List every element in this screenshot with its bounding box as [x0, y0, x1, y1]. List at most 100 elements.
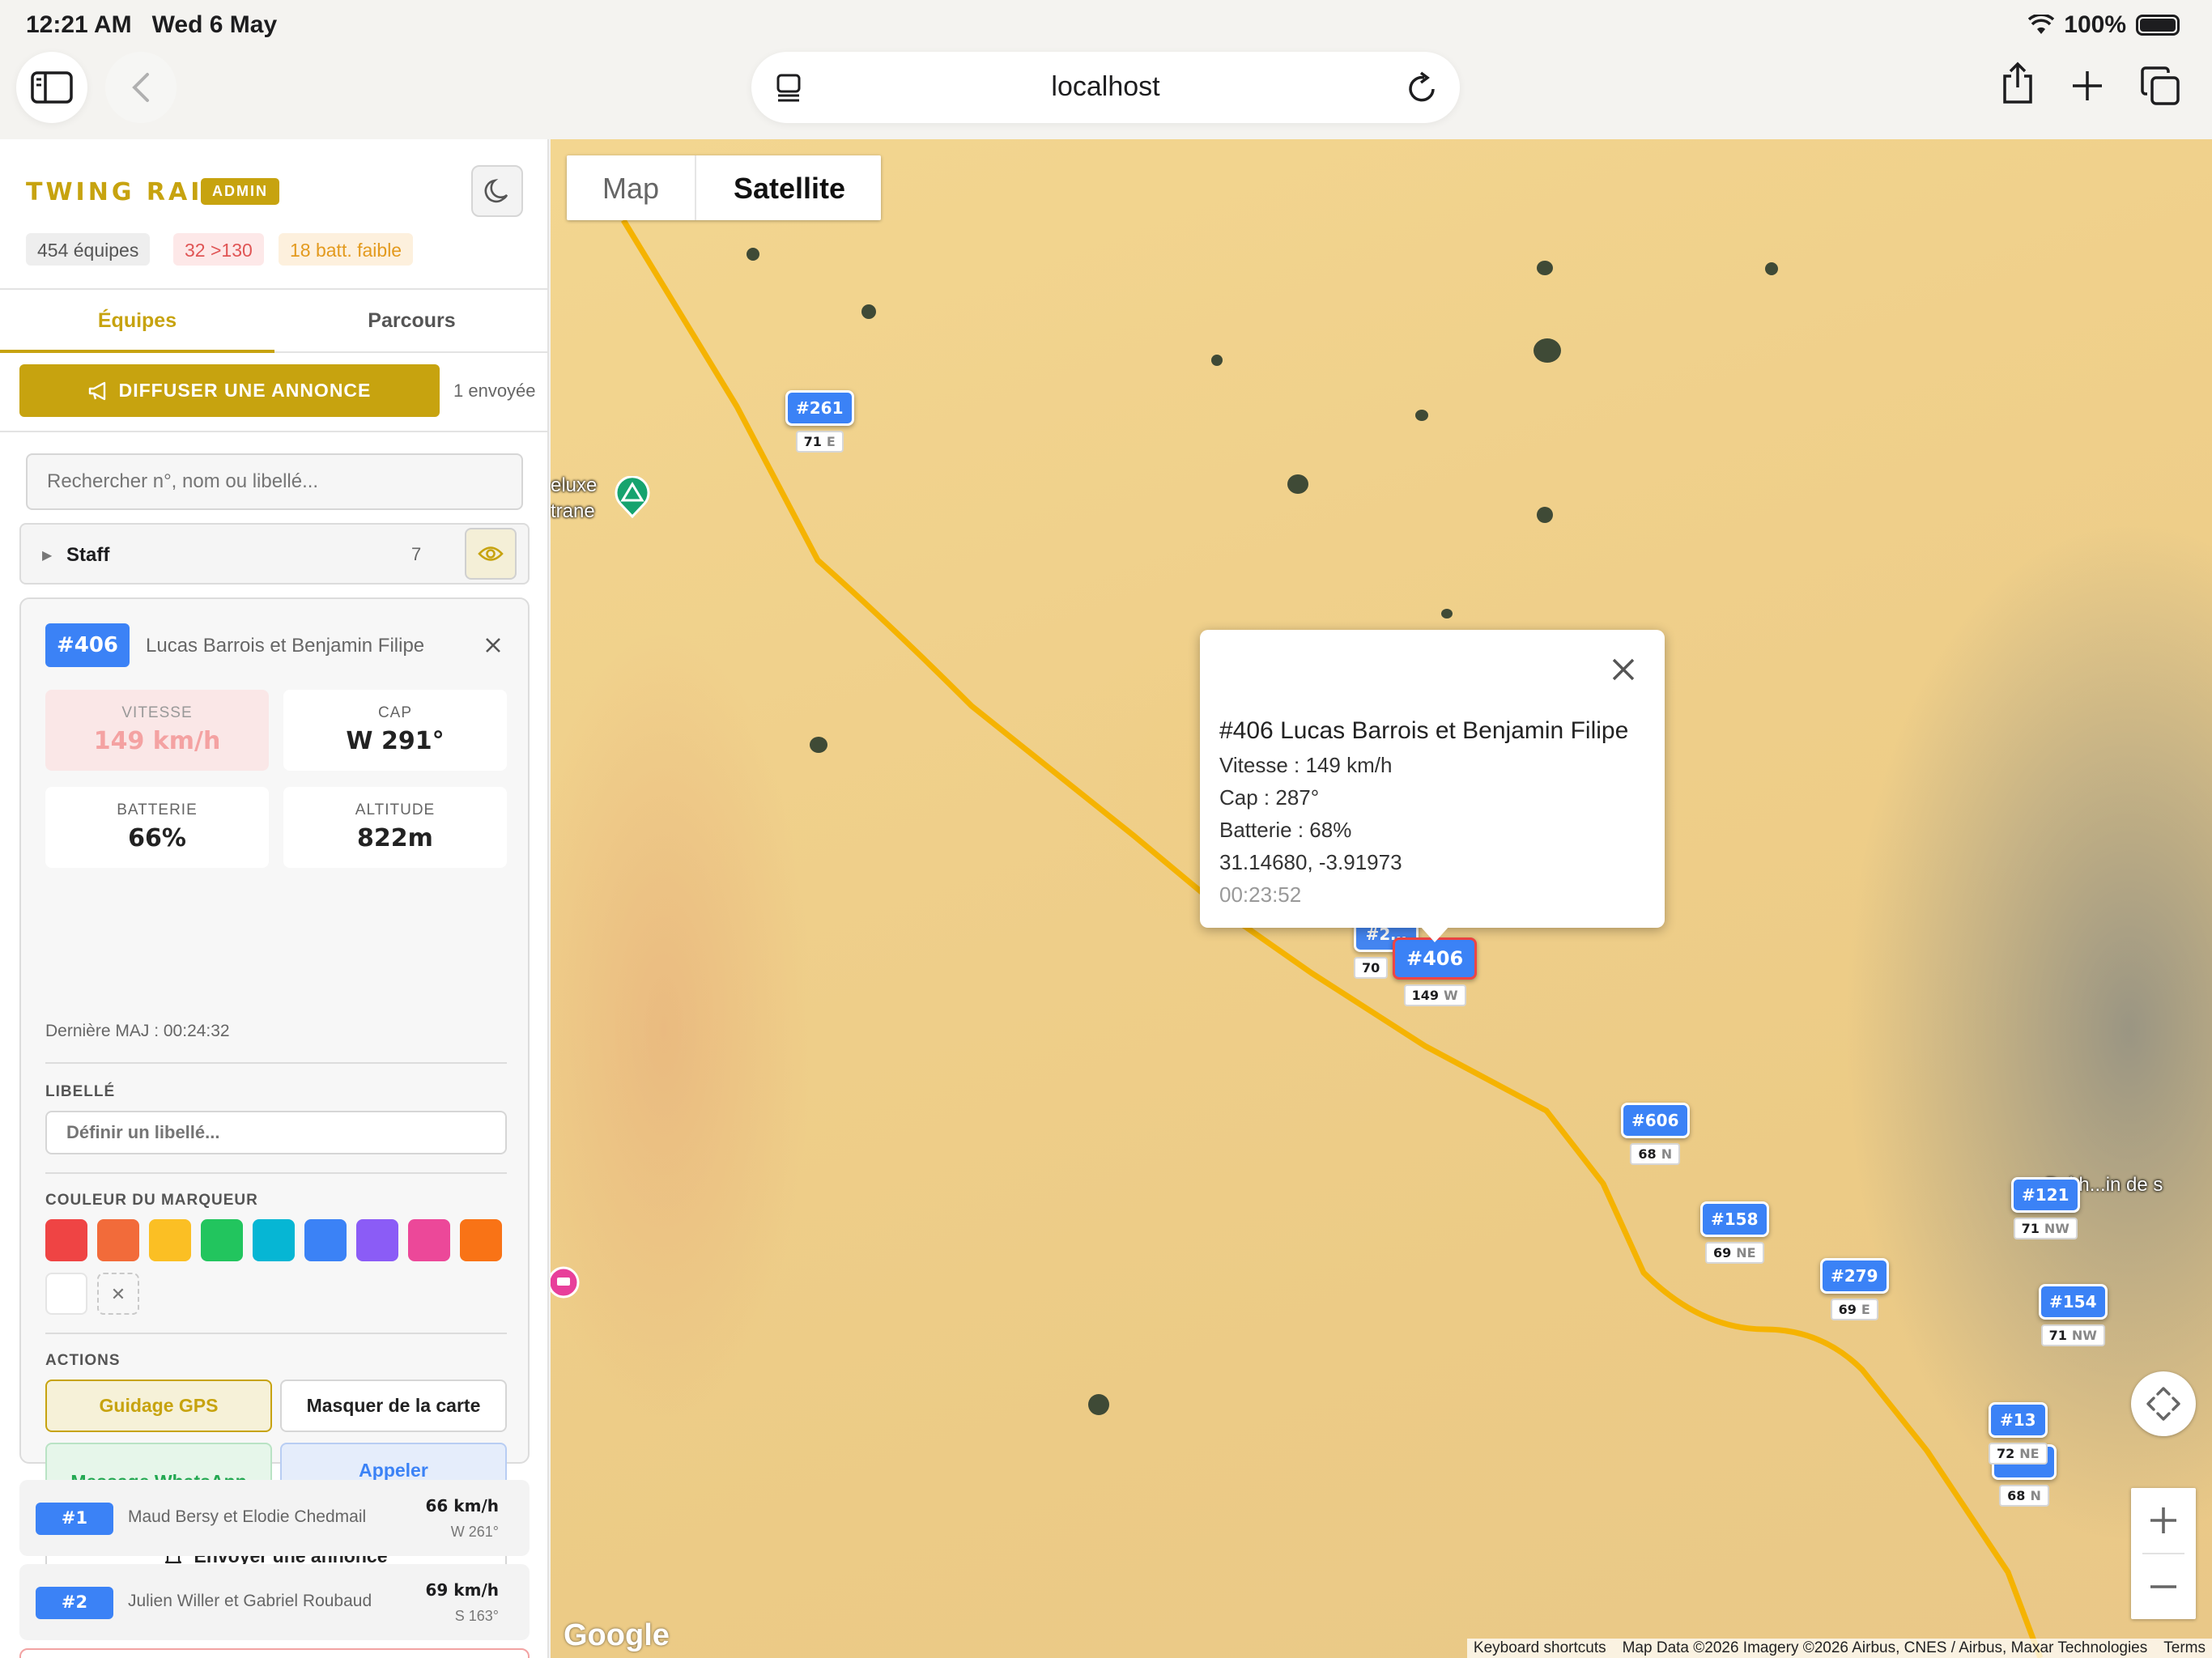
- dark-mode-toggle[interactable]: [471, 165, 523, 217]
- marker-speed-value: 68: [1638, 1146, 1657, 1162]
- marker-number: #279: [1820, 1258, 1889, 1294]
- team-marker[interactable]: #261 71 E: [785, 390, 854, 453]
- marker-direction: N: [2030, 1488, 2041, 1503]
- recenter-button[interactable]: [2131, 1371, 2196, 1436]
- url-text: localhost: [1051, 71, 1160, 102]
- new-tab-icon[interactable]: [2071, 70, 2104, 102]
- team-marker[interactable]: #158 69 NE: [1700, 1201, 1769, 1264]
- campsite-icon[interactable]: [614, 476, 651, 518]
- team-marker[interactable]: #279 69 E: [1820, 1258, 1889, 1320]
- list-item[interactable]: #2 Julien Willer et Gabriel Roubaud 69 k…: [19, 1564, 530, 1640]
- vegetation: [1415, 410, 1428, 421]
- back-button[interactable]: [105, 52, 177, 123]
- team-heading: S 163°: [454, 1608, 499, 1624]
- map-view[interactable]: Map Satellite eluxe trane Bakh...in de s…: [551, 139, 2212, 1658]
- staff-count: 7: [411, 544, 422, 564]
- staff-label: Staff: [66, 544, 110, 566]
- color-swatch[interactable]: [149, 1219, 191, 1261]
- minus-icon: [2150, 1585, 2176, 1588]
- sidebar-icon: [31, 71, 73, 104]
- heading-value: W 291°: [346, 727, 445, 755]
- team-marker[interactable]: #154 71 NW: [2039, 1284, 2108, 1346]
- reset-color-button[interactable]: ✕: [97, 1273, 139, 1315]
- marker-number: #13: [1989, 1402, 2048, 1438]
- map-type-toggle: Map Satellite: [567, 155, 881, 220]
- color-swatch[interactable]: [253, 1219, 295, 1261]
- vegetation: [1088, 1394, 1109, 1415]
- marker-number: #121: [2011, 1177, 2080, 1213]
- team-number-badge: #406: [45, 623, 130, 667]
- list-item[interactable]: #1 Maud Bersy et Elodie Chedmail 66 km/h…: [19, 1480, 530, 1556]
- actions-section-title: ACTIONS: [45, 1352, 121, 1369]
- tab-equipes[interactable]: Équipes: [0, 290, 274, 353]
- marker-speed: 72 NE: [1989, 1443, 2048, 1465]
- eye-icon: [478, 546, 504, 561]
- team-marker[interactable]: #13 72 NE: [1989, 1402, 2048, 1465]
- team-number-badge: #1: [36, 1503, 113, 1535]
- poi-pink-icon[interactable]: [551, 1266, 580, 1302]
- color-swatch[interactable]: [201, 1219, 243, 1261]
- label-section-title: LIBELLÉ: [45, 1083, 116, 1100]
- app-root: 12:21 AM Wed 6 May 100% localhost TWING …: [0, 0, 2212, 1658]
- broadcast-button[interactable]: DIFFUSER UNE ANNONCE: [19, 364, 440, 417]
- team-marker[interactable]: #606 68 N: [1621, 1103, 1690, 1165]
- team-marker-selected[interactable]: #406 149 W: [1393, 937, 1478, 1006]
- color-swatch[interactable]: [356, 1219, 398, 1261]
- popup-battery: Batterie : 68%: [1219, 818, 1352, 842]
- marker-direction: NE: [2019, 1446, 2040, 1461]
- altitude-value: 822m: [357, 824, 433, 852]
- marker-speed-value: 72: [1997, 1446, 2015, 1461]
- battery-label: BATTERIE: [117, 801, 198, 818]
- vegetation: [1441, 609, 1453, 619]
- status-bar: 12:21 AM Wed 6 May 100%: [0, 0, 2212, 52]
- sidebar-toggle-button[interactable]: [16, 52, 87, 123]
- team-marker[interactable]: #121 71 NW: [2011, 1177, 2080, 1239]
- marker-speed: 71 NW: [2040, 1324, 2105, 1346]
- color-swatch[interactable]: [460, 1219, 502, 1261]
- color-section-title: COULEUR DU MARQUEUR: [45, 1192, 258, 1209]
- gps-guidance-button[interactable]: Guidage GPS: [45, 1380, 272, 1432]
- toggle-visibility-button[interactable]: [465, 528, 517, 580]
- address-bar[interactable]: localhost: [751, 52, 1460, 123]
- popup-heading: Cap : 287°: [1219, 785, 1320, 810]
- terms-link[interactable]: Terms: [2163, 1639, 2206, 1657]
- vegetation: [1211, 355, 1223, 366]
- search-input[interactable]: [26, 453, 523, 510]
- list-item[interactable]: [19, 1648, 530, 1658]
- marker-speed-value: 69: [1838, 1302, 1857, 1317]
- team-speed: 69 km/h: [425, 1580, 499, 1600]
- color-swatch[interactable]: [408, 1219, 450, 1261]
- share-icon[interactable]: [2000, 62, 2035, 105]
- marker-speed: 71 NW: [2013, 1218, 2078, 1239]
- color-swatch[interactable]: [45, 1273, 87, 1315]
- tabs-overview-icon[interactable]: [2141, 66, 2180, 105]
- status-time: 12:21 AM: [26, 11, 132, 38]
- speed-value: 149 km/h: [93, 727, 221, 755]
- marker-direction: N: [1661, 1146, 1673, 1162]
- popup-speed: Vitesse : 149 km/h: [1219, 753, 1393, 777]
- marker-direction: E: [1861, 1302, 1870, 1317]
- zoom-in-button[interactable]: [2131, 1488, 2196, 1553]
- map-type-satellite[interactable]: Satellite: [698, 155, 881, 220]
- map-type-map[interactable]: Map: [567, 155, 696, 220]
- close-icon[interactable]: [484, 636, 502, 654]
- label-input[interactable]: [45, 1111, 507, 1154]
- altitude-label: ALTITUDE: [355, 801, 436, 818]
- tab-parcours[interactable]: Parcours: [274, 290, 547, 353]
- marker-speed: 149 W: [1403, 984, 1466, 1006]
- marker-direction: E: [826, 434, 836, 449]
- marker-speed-value: 68: [2007, 1488, 2026, 1503]
- status-time-date: 12:21 AM Wed 6 May: [26, 11, 277, 39]
- hide-from-map-button[interactable]: Masquer de la carte: [280, 1380, 507, 1432]
- close-icon[interactable]: [1611, 657, 1636, 682]
- marker-speed: 68 N: [1630, 1143, 1681, 1165]
- keyboard-shortcuts-link[interactable]: Keyboard shortcuts: [1474, 1639, 1606, 1657]
- staff-group[interactable]: ▶ Staff 7: [19, 523, 530, 585]
- marker-number: #406: [1393, 937, 1478, 980]
- color-swatch[interactable]: [304, 1219, 347, 1261]
- reload-icon[interactable]: [1406, 71, 1437, 104]
- zoom-out-button[interactable]: [2131, 1554, 2196, 1619]
- altitude-stat: ALTITUDE 822m: [283, 787, 507, 868]
- color-swatch[interactable]: [45, 1219, 87, 1261]
- color-swatch[interactable]: [97, 1219, 139, 1261]
